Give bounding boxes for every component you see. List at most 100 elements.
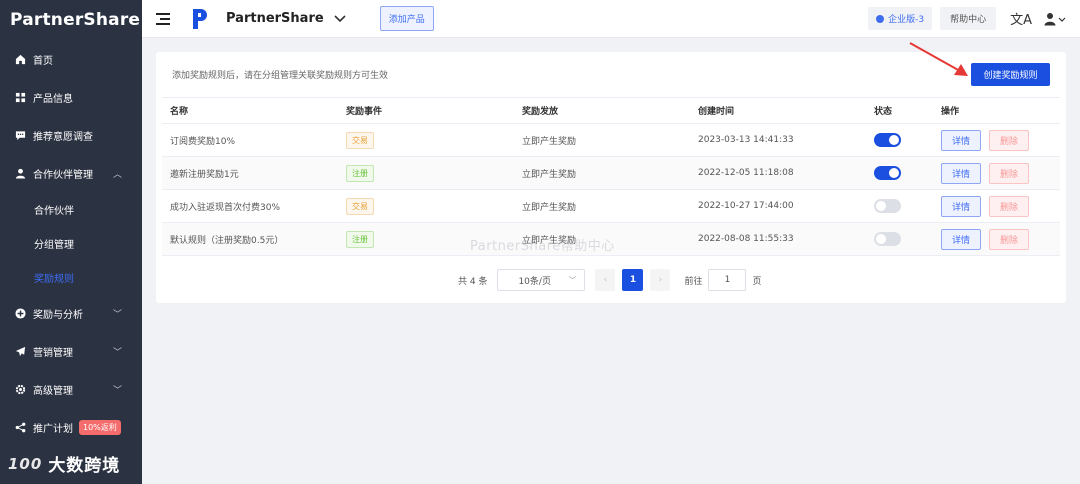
prev-page-button[interactable]: ‹ <box>595 269 616 291</box>
status-toggle[interactable] <box>874 199 901 213</box>
detail-button[interactable]: 详情 <box>941 228 981 250</box>
brand-footer-mark: 100 <box>8 454 43 473</box>
brand-footer: 100 大数跨境 <box>8 451 121 477</box>
app-logo-icon <box>192 8 208 30</box>
status-toggle[interactable] <box>874 133 901 147</box>
column-header: 奖励发放 <box>522 107 559 117</box>
chevron-down-icon: ﹀ <box>568 276 577 285</box>
sidebar-item-advanced[interactable]: 高级管理 ﹀ <box>0 370 142 408</box>
goto-label: 前往 <box>684 276 703 287</box>
page-number-current[interactable]: 1 <box>622 269 644 291</box>
rule-name: 订阅费奖励10% <box>170 136 236 147</box>
table-row: 邀新注册奖励1元 注册 立即产生奖励 2022-12-05 11:18:08 详… <box>162 157 1060 190</box>
chevron-down-icon: ﹀ <box>112 310 122 320</box>
app-name[interactable]: PartnerShare <box>226 11 324 26</box>
sidebar-item-products[interactable]: 产品信息 <box>0 78 142 116</box>
column-header: 奖励事件 <box>346 107 383 117</box>
created-time: 2022-12-05 11:18:08 <box>698 168 794 178</box>
rule-name: 默认规则（注册奖励0.5元） <box>170 235 284 246</box>
reward-rules-table: 名称 奖励事件 奖励发放 创建时间 状态 操作 订阅费奖励10% 交易 立即产生… <box>162 97 1060 256</box>
sidebar-subitem-partners[interactable]: 合作伙伴 <box>0 192 142 226</box>
help-center-button[interactable]: 帮助中心 <box>940 7 997 30</box>
detail-button[interactable]: 详情 <box>941 195 981 217</box>
delete-button[interactable]: 删除 <box>989 195 1029 217</box>
status-toggle[interactable] <box>874 166 901 180</box>
add-product-button[interactable]: 添加产品 <box>379 6 434 31</box>
goto-suffix: 页 <box>752 276 762 287</box>
rule-name: 成功入驻返现首次付费30% <box>170 202 281 213</box>
sidebar-subitem-groups[interactable]: 分组管理 <box>0 226 142 260</box>
sidebar-item-label: 高级管理 <box>33 385 73 397</box>
grid-icon <box>14 91 26 103</box>
event-tag: 注册 <box>346 164 374 182</box>
sidebar-item-promotion[interactable]: 推广计划 10%返利 <box>0 408 142 446</box>
paper-plane-icon <box>14 345 26 357</box>
status-toggle[interactable] <box>874 232 901 246</box>
delete-button[interactable]: 删除 <box>989 228 1029 250</box>
sidebar-item-label: 首页 <box>33 55 53 67</box>
sidebar-item-label: 合作伙伴管理 <box>33 169 93 181</box>
gear-icon <box>14 383 26 395</box>
reward-grant: 立即产生奖励 <box>522 136 577 147</box>
column-header: 名称 <box>170 107 189 117</box>
goto-page-input[interactable]: 1 <box>708 269 747 291</box>
sidebar-item-survey[interactable]: 推荐意愿调查 <box>0 116 142 154</box>
table-header: 名称 奖励事件 奖励发放 创建时间 状态 操作 <box>162 97 1060 124</box>
home-icon <box>14 53 26 65</box>
detail-button[interactable]: 详情 <box>941 162 981 184</box>
check-circle-icon <box>876 14 885 23</box>
sidebar-item-marketing[interactable]: 营销管理 ﹀ <box>0 332 142 370</box>
sidebar-item-label: 奖励与分析 <box>33 309 83 321</box>
plus-circle-icon <box>14 307 26 319</box>
plan-badge[interactable]: 企业版-3 <box>868 7 933 30</box>
page-size-value: 10条/页 <box>518 276 551 287</box>
reward-grant: 立即产生奖励 <box>522 169 577 180</box>
column-header: 操作 <box>941 107 960 117</box>
hint-text: 添加奖励规则后，请在分组管理关联奖励规则方可生效 <box>172 71 389 81</box>
reward-rules-card: 添加奖励规则后，请在分组管理关联奖励规则方可生效 创建奖励规则 名称 奖励事件 … <box>156 52 1066 303</box>
sidebar-item-label: 产品信息 <box>33 93 73 105</box>
event-tag: 交易 <box>346 131 374 149</box>
sidebar-item-label: 营销管理 <box>33 347 73 359</box>
chevron-down-icon: ﹀ <box>112 386 122 396</box>
chevron-up-icon: ︿ <box>112 170 122 180</box>
sidebar-item-home[interactable]: 首页 <box>0 40 142 78</box>
detail-button[interactable]: 详情 <box>941 129 981 151</box>
create-reward-rule-button[interactable]: 创建奖励规则 <box>971 63 1050 86</box>
sidebar-item-label: 推荐意愿调查 <box>33 131 93 143</box>
user-icon <box>14 167 26 179</box>
next-page-button[interactable]: › <box>650 269 671 291</box>
sidebar-item-partner-mgmt[interactable]: 合作伙伴管理 ︿ <box>0 154 142 192</box>
user-menu-icon[interactable] <box>1044 12 1066 26</box>
rule-name: 邀新注册奖励1元 <box>170 169 239 180</box>
top-header: PartnerShare 添加产品 企业版-3 帮助中心 文A <box>142 0 1080 38</box>
table-row: 订阅费奖励10% 交易 立即产生奖励 2023-03-13 14:41:33 详… <box>162 124 1060 157</box>
delete-button[interactable]: 删除 <box>989 162 1029 184</box>
chevron-down-icon[interactable] <box>334 12 346 26</box>
plan-label: 企业版-3 <box>888 15 925 25</box>
menu-toggle-icon[interactable] <box>156 12 170 25</box>
share-icon <box>14 421 26 433</box>
translate-icon[interactable]: 文A <box>1010 9 1032 28</box>
pagination: 共 4 条 10条/页 ﹀ ‹ 1 › 前往 1 页 <box>458 269 761 291</box>
total-count: 共 4 条 <box>458 276 488 287</box>
page-size-select[interactable]: 10条/页 ﹀ <box>497 269 586 291</box>
created-time: 2022-10-27 17:44:00 <box>698 201 794 211</box>
chat-icon <box>14 129 26 141</box>
event-tag: 注册 <box>346 230 374 248</box>
chevron-down-icon: ﹀ <box>112 348 122 358</box>
column-header: 状态 <box>874 107 893 117</box>
brand-footer-text: 大数跨境 <box>48 456 121 476</box>
reward-grant: 立即产生奖励 <box>522 202 577 213</box>
created-time: 2023-03-13 14:41:33 <box>698 135 794 145</box>
watermark: PartnerShare帮助中心 <box>470 239 615 254</box>
column-header: 创建时间 <box>698 107 735 117</box>
sidebar-subitem-reward-rules[interactable]: 奖励规则 <box>0 260 142 294</box>
sidebar-item-rewards[interactable]: 奖励与分析 ﹀ <box>0 294 142 332</box>
sidebar: PartnerShare 首页 产品信息 推荐意愿调查 合作伙伴管理 ︿ 合作伙… <box>0 0 142 484</box>
sidebar-item-label: 推广计划 <box>33 423 73 435</box>
sidebar-logo: PartnerShare <box>10 10 141 30</box>
delete-button[interactable]: 删除 <box>989 129 1029 151</box>
promo-badge: 10%返利 <box>79 419 121 435</box>
annotation-arrow-icon <box>909 42 968 76</box>
